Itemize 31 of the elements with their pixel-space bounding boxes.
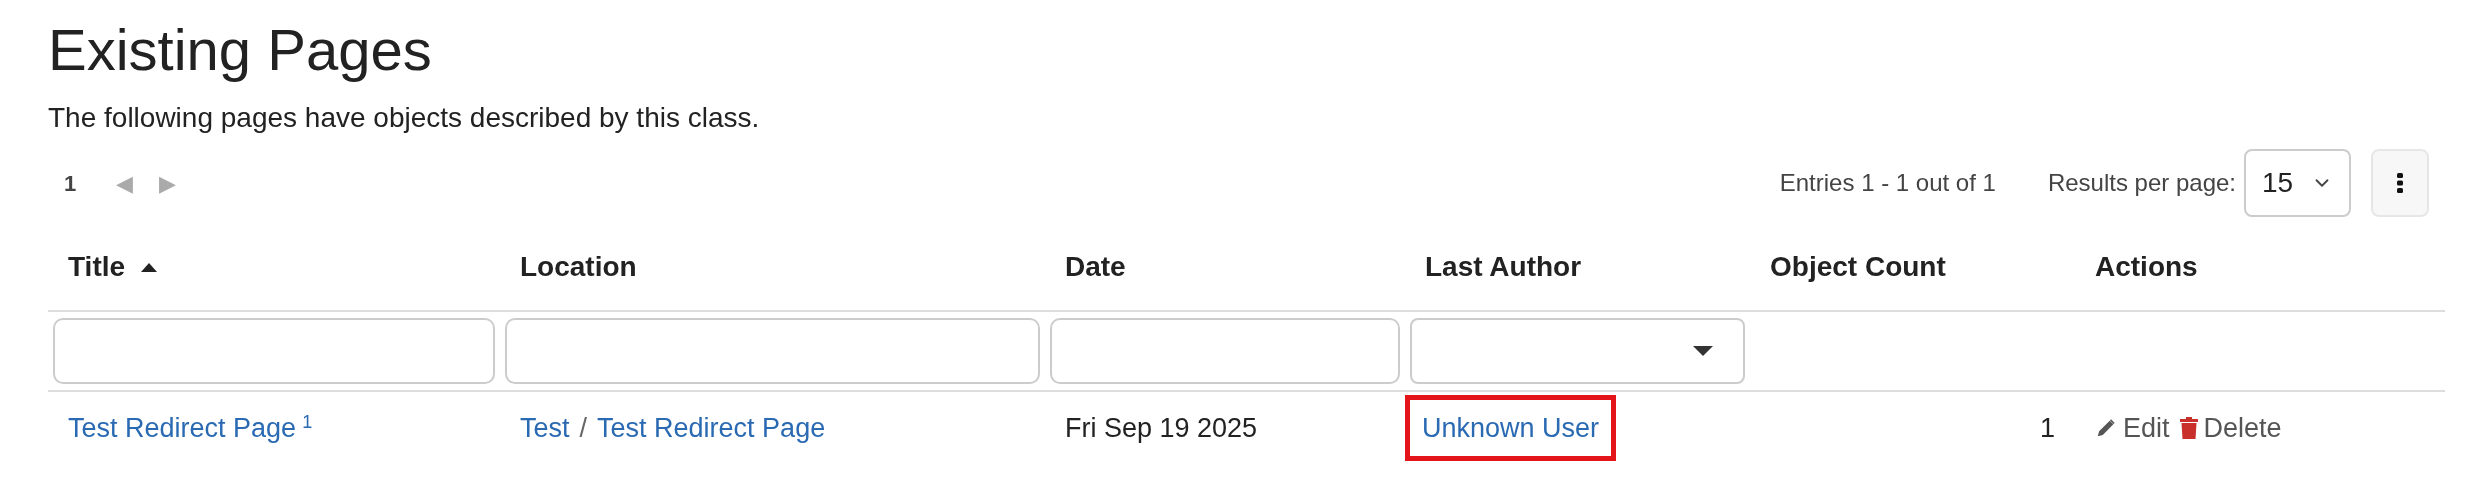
filter-field[interactable] bbox=[505, 318, 1040, 384]
filter-field[interactable] bbox=[53, 318, 495, 384]
results-per-page-label: Results per page: bbox=[2047, 168, 2236, 198]
author-link[interactable]: Unknown User bbox=[1422, 412, 1600, 443]
description-text: The following pages have objects described by this class. bbox=[48, 102, 761, 134]
date-text: Fri Sep 19 2025 bbox=[1065, 412, 1258, 443]
trash-icon bbox=[2179, 417, 2198, 439]
column-header[interactable]: Last Author bbox=[1425, 246, 1582, 288]
breadcrumb-separator: / bbox=[579, 411, 588, 445]
location-link[interactable]: Test bbox=[520, 407, 570, 449]
caret-down-icon bbox=[1693, 346, 1713, 356]
footnote-mark: 1 bbox=[302, 411, 313, 432]
filter-field[interactable] bbox=[1050, 318, 1400, 384]
page-number[interactable]: 1 bbox=[64, 166, 77, 200]
location-link[interactable]: Test Redirect Page bbox=[597, 407, 826, 449]
results-per-page-select[interactable]: 15 bbox=[2244, 149, 2351, 217]
page-link[interactable]: Test Redirect Page bbox=[68, 412, 297, 443]
column-header[interactable]: Location bbox=[520, 246, 637, 288]
filter-select[interactable] bbox=[1410, 318, 1745, 384]
delete-link[interactable]: Delete bbox=[2179, 407, 2282, 449]
column-header[interactable]: Date bbox=[1065, 246, 1126, 288]
column-header[interactable]: Title bbox=[68, 246, 126, 288]
column-header[interactable]: Actions bbox=[2095, 246, 2198, 288]
edit-link[interactable]: Edit bbox=[2095, 407, 2170, 449]
vertical-dots-icon bbox=[2397, 173, 2403, 193]
column-header[interactable]: Object Count bbox=[1770, 246, 1946, 288]
pencil-icon bbox=[2095, 417, 2117, 439]
object-count: 1 bbox=[2039, 412, 2055, 443]
page-heading: Existing Pages bbox=[48, 16, 433, 84]
entries-count: Entries 1 - 1 out of 1 bbox=[1779, 168, 1996, 198]
more-options-button[interactable] bbox=[2371, 149, 2429, 217]
